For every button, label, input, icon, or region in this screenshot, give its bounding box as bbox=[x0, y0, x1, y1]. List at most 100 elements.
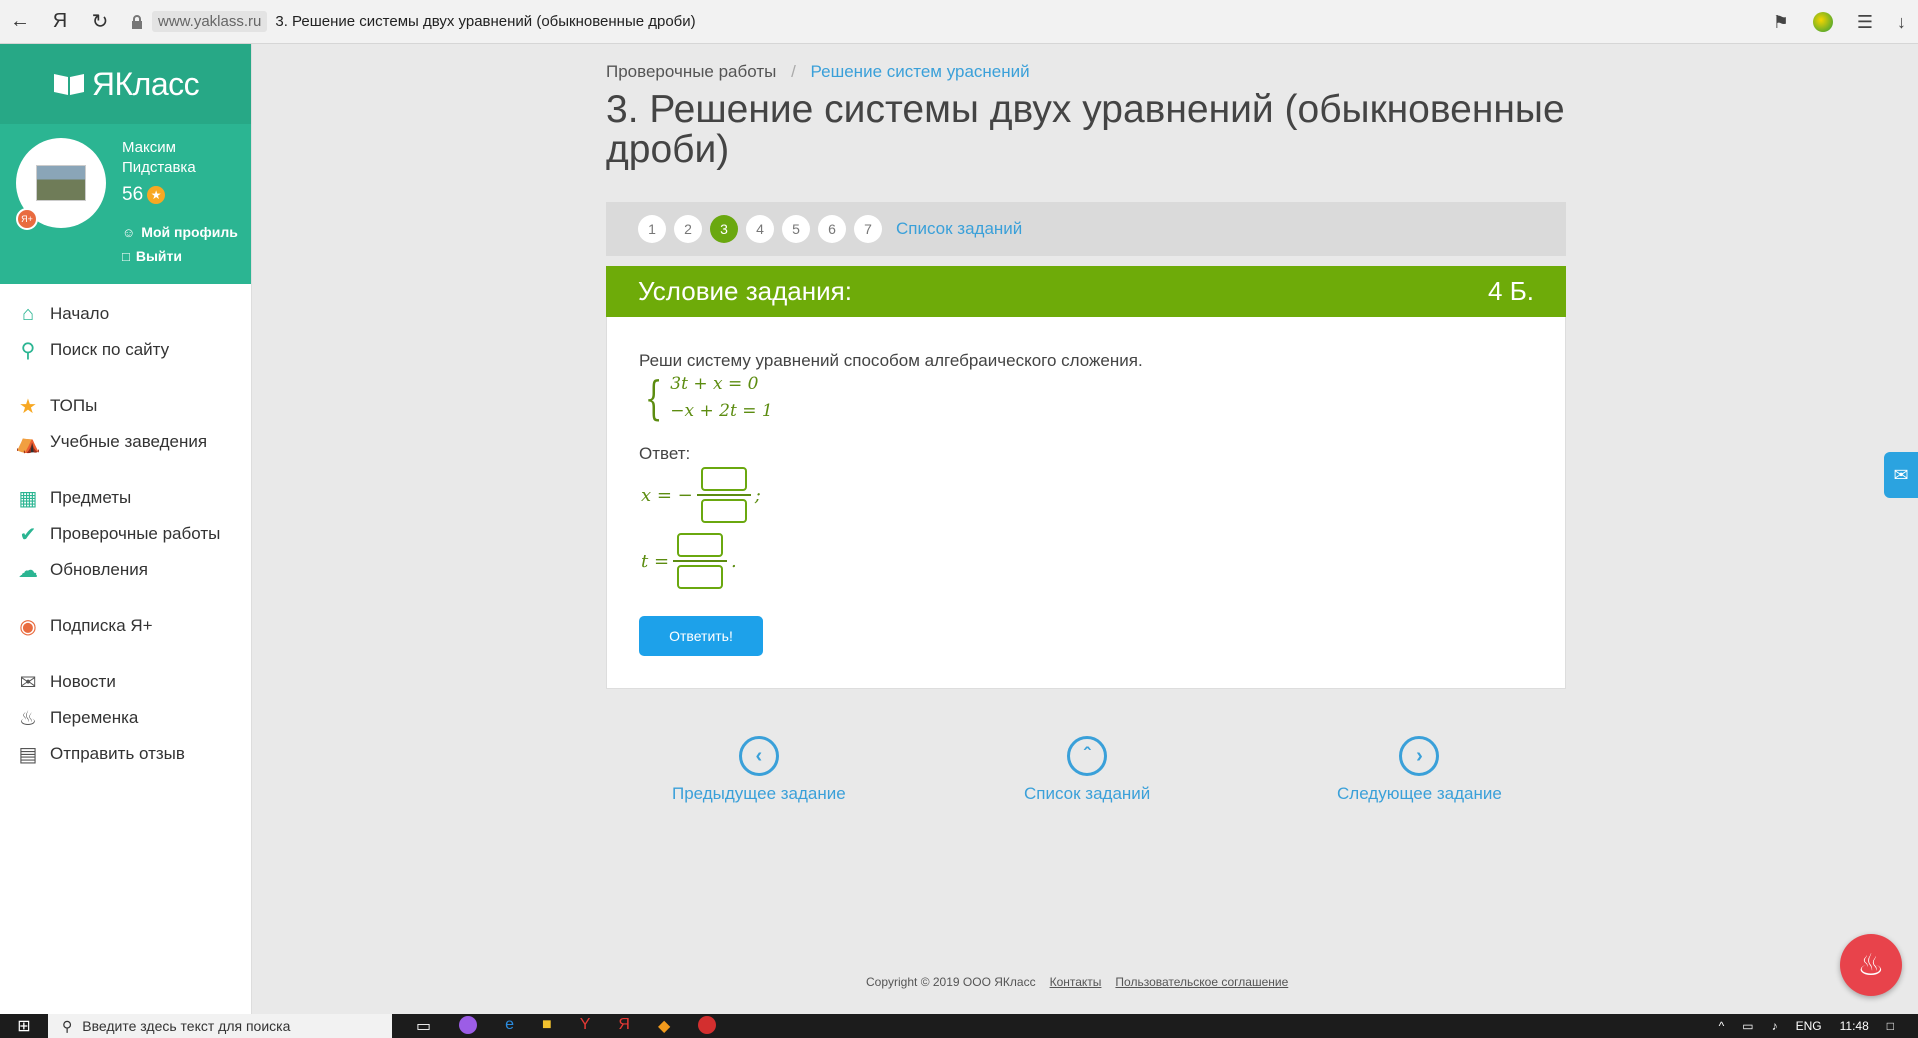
page-button-4[interactable]: 4 bbox=[746, 215, 774, 243]
search-icon: ⚲ bbox=[20, 339, 36, 362]
breadcrumb: Проверочные работы / Решение систем урaс… bbox=[606, 62, 1030, 82]
task-list-bottom-link[interactable]: ˆ Список заданий bbox=[1024, 736, 1150, 804]
submit-answer-button[interactable]: Ответить! bbox=[639, 616, 763, 656]
sidebar-menu: ⌂ Начало ⚲ Поиск по сайту ★ ТОПы ⛺ Учебн… bbox=[0, 284, 251, 772]
chevron-left-icon: ‹ bbox=[738, 736, 779, 776]
os-taskbar: ⊞ ⚲ Введите здесь текст для поиска ▭ e ■… bbox=[0, 1014, 1918, 1038]
sidebar-item-label: Переменка bbox=[50, 708, 139, 727]
address-domain: www.yaklass.ru bbox=[152, 11, 268, 32]
yandex-browser-icon[interactable]: Y bbox=[580, 1016, 591, 1036]
page-button-3-active[interactable]: 3 bbox=[710, 215, 738, 243]
task-points: 4 Б. bbox=[1488, 276, 1534, 306]
folder-icon[interactable]: ■ bbox=[542, 1016, 552, 1036]
back-icon[interactable]: ← bbox=[0, 0, 40, 44]
sidebar-item-institutions[interactable]: ⛺ Учебные заведения bbox=[0, 424, 251, 460]
sidebar-item-feedback[interactable]: ▤ Отправить отзыв bbox=[0, 736, 251, 772]
bookmark-icon[interactable]: ⚑ bbox=[1773, 12, 1789, 33]
institution-icon: ⛺ bbox=[15, 431, 41, 454]
sidebar-item-subjects[interactable]: ▦ Предметы bbox=[0, 480, 251, 516]
sidebar-item-news[interactable]: ✉ Новости bbox=[0, 664, 251, 700]
my-profile-link[interactable]: ☺ Мой профиль bbox=[122, 224, 238, 240]
t-denominator-input[interactable] bbox=[677, 565, 724, 589]
page-button-2[interactable]: 2 bbox=[674, 215, 702, 243]
logout-label: Выйти bbox=[135, 248, 182, 264]
logo-book-icon bbox=[53, 74, 84, 95]
task-header-title: Условие задания: bbox=[638, 276, 852, 306]
sidebar-item-label: Отправить отзыв bbox=[50, 744, 185, 763]
sidebar-item-tests[interactable]: ✔ Проверочные работы bbox=[0, 516, 251, 552]
app-icon[interactable]: ◆ bbox=[658, 1016, 670, 1036]
volume-icon[interactable]: ♪ bbox=[1772, 1019, 1778, 1033]
page-button-5[interactable]: 5 bbox=[782, 215, 810, 243]
sidebar-item-label: ТОПы bbox=[50, 396, 98, 415]
task-view-icon[interactable]: ▭ bbox=[416, 1016, 431, 1036]
alice-icon[interactable] bbox=[459, 1016, 478, 1034]
sidebar-item-label: Поиск по сайту bbox=[50, 340, 170, 359]
t-prefix: t = bbox=[641, 550, 670, 572]
sidebar-item-label: Обновления bbox=[50, 560, 148, 579]
t-fraction bbox=[673, 533, 728, 589]
page-button-7[interactable]: 7 bbox=[854, 215, 882, 243]
points-star-icon: ★ bbox=[147, 186, 166, 204]
t-numerator-input[interactable] bbox=[677, 533, 724, 557]
home-icon: ⌂ bbox=[21, 302, 35, 325]
download-icon[interactable]: ↓ bbox=[1897, 12, 1906, 33]
reload-icon[interactable]: ↻ bbox=[80, 0, 120, 44]
address-bar[interactable]: www.yaklass.ru 3. Решение системы двух у… bbox=[130, 11, 696, 32]
task-list-link[interactable]: Список заданий bbox=[896, 219, 1022, 239]
extension-icon[interactable] bbox=[1812, 12, 1833, 32]
network-icon[interactable]: ▭ bbox=[1742, 1019, 1753, 1033]
page-button-1[interactable]: 1 bbox=[638, 215, 666, 243]
subscription-icon: ◉ bbox=[19, 615, 37, 638]
prev-task-link[interactable]: ‹ Предыдущее задание bbox=[672, 736, 846, 804]
contacts-link[interactable]: Контакты bbox=[1050, 975, 1102, 989]
page-button-6[interactable]: 6 bbox=[818, 215, 846, 243]
x-denominator-input[interactable] bbox=[700, 499, 747, 523]
translate-icon[interactable]: ☰ bbox=[1857, 12, 1873, 33]
x-fraction-bar bbox=[696, 494, 751, 496]
windows-start-icon[interactable]: ⊞ bbox=[0, 1014, 48, 1038]
edge-icon[interactable]: e bbox=[505, 1016, 514, 1036]
yandex-icon[interactable]: Я bbox=[40, 0, 80, 44]
sidebar-item-home[interactable]: ⌂ Начало bbox=[0, 296, 251, 332]
site-logo[interactable]: ЯКласс bbox=[0, 44, 251, 124]
notifications-icon[interactable]: □ bbox=[1887, 1019, 1894, 1033]
browser-toolbar: ← Я ↻ www.yaklass.ru 3. Решение системы … bbox=[0, 0, 1918, 44]
t-fraction-bar bbox=[673, 560, 728, 562]
sidebar-item-updates[interactable]: ☁ Обновления bbox=[0, 552, 251, 588]
next-task-link[interactable]: › Следующее задание bbox=[1337, 736, 1502, 804]
x-fraction bbox=[696, 467, 751, 523]
sidebar-item-search[interactable]: ⚲ Поиск по сайту bbox=[0, 332, 251, 368]
address-title: 3. Решение системы двух уравнений (обыкн… bbox=[275, 13, 696, 30]
next-task-label: Следующее задание bbox=[1337, 784, 1502, 803]
record-icon[interactable] bbox=[698, 1016, 717, 1034]
breadcrumb-current[interactable]: Решение систем урaснений bbox=[811, 62, 1030, 81]
notification-bell-icon[interactable]: ♨ bbox=[1840, 934, 1902, 996]
sidebar-item-break[interactable]: ♨ Переменка bbox=[0, 700, 251, 736]
breadcrumb-separator: / bbox=[791, 62, 796, 81]
cloud-icon: ☁ bbox=[18, 559, 38, 582]
sidebar-item-tops[interactable]: ★ ТОПы bbox=[0, 388, 251, 424]
subscription-badge-icon: Я+ bbox=[16, 208, 38, 230]
answer-x-row: x = − ; bbox=[641, 467, 761, 523]
breadcrumb-parent[interactable]: Проверочные работы bbox=[606, 62, 776, 81]
taskbar-search[interactable]: ⚲ Введите здесь текст для поиска bbox=[48, 1014, 392, 1038]
task-body: Реши систему уравнений способом алгебраи… bbox=[606, 317, 1566, 689]
logo-text: ЯКласс bbox=[91, 65, 200, 102]
logout-link[interactable]: □ Выйти bbox=[122, 248, 182, 264]
mail-icon[interactable]: ✉ bbox=[1884, 452, 1918, 498]
feedback-icon: ▤ bbox=[18, 743, 38, 766]
language-indicator[interactable]: ENG bbox=[1796, 1019, 1822, 1033]
sidebar-item-label: Новости bbox=[50, 672, 116, 691]
prev-task-label: Предыдущее задание bbox=[672, 784, 846, 803]
x-numerator-input[interactable] bbox=[700, 467, 747, 491]
search-icon: ⚲ bbox=[62, 1017, 73, 1034]
agreement-link[interactable]: Пользовательское соглашение bbox=[1115, 975, 1288, 989]
answer-label: Ответ: bbox=[639, 444, 691, 463]
clock[interactable]: 11:48 bbox=[1840, 1019, 1869, 1033]
yandex-icon[interactable]: Я bbox=[618, 1016, 630, 1036]
tray-chevron-icon[interactable]: ^ bbox=[1719, 1019, 1725, 1033]
sidebar-item-subscription[interactable]: ◉ Подписка Я+ bbox=[0, 608, 251, 644]
task-header: Условие задания: 4 Б. bbox=[606, 266, 1566, 317]
t-suffix: . bbox=[731, 550, 737, 572]
